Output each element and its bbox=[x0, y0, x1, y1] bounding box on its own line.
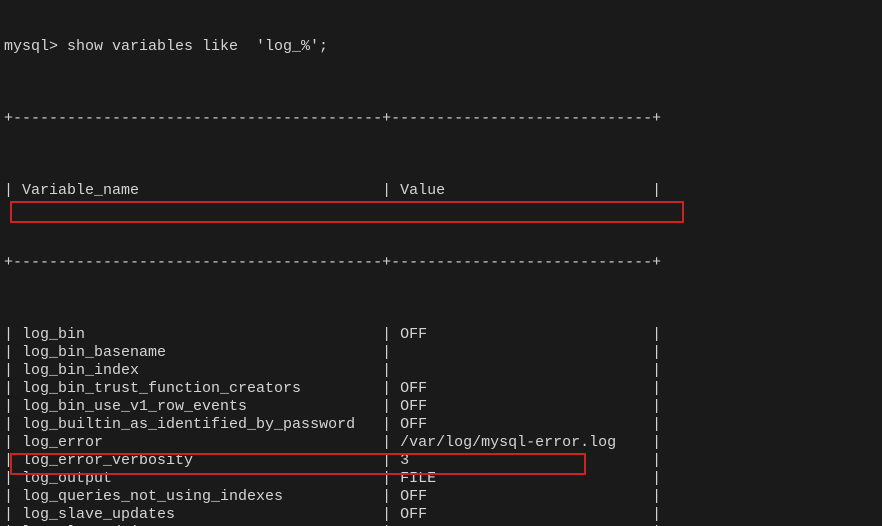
pipe: | bbox=[4, 488, 22, 506]
row-name: log_bin bbox=[22, 326, 382, 344]
pipe: | bbox=[4, 380, 22, 398]
pipe: | bbox=[4, 398, 22, 416]
pipe: | bbox=[652, 416, 661, 434]
row-value bbox=[400, 362, 652, 380]
mysql-prompt: mysql> bbox=[4, 38, 67, 56]
row-value: OFF bbox=[400, 506, 652, 524]
highlight-log-error bbox=[10, 201, 684, 223]
table-row: | log_bin_basename | | bbox=[4, 344, 878, 362]
row-name: log_queries_not_using_indexes bbox=[22, 488, 382, 506]
pipe: | bbox=[4, 182, 22, 200]
row-value: OFF bbox=[400, 398, 652, 416]
sep-mid: -+---------------------------- bbox=[373, 110, 643, 128]
row-name: log_slave_updates bbox=[22, 506, 382, 524]
pipe: | bbox=[652, 344, 661, 362]
table-row: | log_builtin_as_identified_by_password … bbox=[4, 416, 878, 434]
pipe: | bbox=[382, 470, 400, 488]
pipe: | bbox=[4, 506, 22, 524]
sep-mid: -+---------------------------- bbox=[373, 254, 643, 272]
pipe: | bbox=[652, 182, 661, 200]
pipe: | bbox=[382, 452, 400, 470]
table-row: | log_slave_updates | OFF | bbox=[4, 506, 878, 524]
pipe: | bbox=[382, 380, 400, 398]
pipe: | bbox=[4, 434, 22, 452]
pipe: | bbox=[4, 362, 22, 380]
pipe: | bbox=[4, 452, 22, 470]
row-name: log_output bbox=[22, 470, 382, 488]
row-name: log_error_verbosity bbox=[22, 452, 382, 470]
pipe: | bbox=[652, 434, 661, 452]
row-value: OFF bbox=[400, 380, 652, 398]
sep-right: -+ bbox=[643, 254, 661, 272]
pipe: | bbox=[382, 416, 400, 434]
header-name: Variable_name bbox=[22, 182, 382, 200]
row-name: log_builtin_as_identified_by_password bbox=[22, 416, 382, 434]
pipe: | bbox=[4, 326, 22, 344]
command-line: mysql> show variables like 'log_%'; bbox=[4, 38, 878, 56]
row-value: 3 bbox=[400, 452, 652, 470]
pipe: | bbox=[652, 380, 661, 398]
table-row: | log_output | FILE | bbox=[4, 470, 878, 488]
pipe: | bbox=[4, 344, 22, 362]
table-row: | log_bin_use_v1_row_events | OFF | bbox=[4, 398, 878, 416]
pipe: | bbox=[382, 398, 400, 416]
pipe: | bbox=[4, 470, 22, 488]
pipe: | bbox=[652, 506, 661, 524]
row-value bbox=[400, 344, 652, 362]
row-value: OFF bbox=[400, 326, 652, 344]
row-value: FILE bbox=[400, 470, 652, 488]
row-name: log_bin_index bbox=[22, 362, 382, 380]
pipe: | bbox=[652, 398, 661, 416]
table-sep-header: +---------------------------------------… bbox=[4, 254, 878, 272]
pipe: | bbox=[382, 506, 400, 524]
pipe: | bbox=[382, 488, 400, 506]
row-value: OFF bbox=[400, 416, 652, 434]
pipe: | bbox=[652, 362, 661, 380]
table-row: | log_error_verbosity | 3 | bbox=[4, 452, 878, 470]
pipe: | bbox=[382, 344, 400, 362]
sep-left: +---------------------------------------… bbox=[4, 254, 373, 272]
pipe: | bbox=[652, 470, 661, 488]
table-row: | log_queries_not_using_indexes | OFF | bbox=[4, 488, 878, 506]
table-row: | log_bin_trust_function_creators | OFF … bbox=[4, 380, 878, 398]
table-rows: | log_bin | OFF || log_bin_basename | ||… bbox=[4, 326, 878, 526]
pipe: | bbox=[4, 416, 22, 434]
header-value: Value bbox=[400, 182, 652, 200]
table-row: | log_error | /var/log/mysql-error.log | bbox=[4, 434, 878, 452]
row-name: log_bin_trust_function_creators bbox=[22, 380, 382, 398]
pipe: | bbox=[652, 488, 661, 506]
sql-command: show variables like 'log_%'; bbox=[67, 38, 328, 56]
row-value: OFF bbox=[400, 488, 652, 506]
pipe: | bbox=[382, 182, 400, 200]
row-name: log_error bbox=[22, 434, 382, 452]
table-sep-top: +---------------------------------------… bbox=[4, 110, 878, 128]
row-name: log_bin_basename bbox=[22, 344, 382, 362]
row-value: /var/log/mysql-error.log bbox=[400, 434, 652, 452]
terminal-output: mysql> show variables like 'log_%'; +---… bbox=[0, 0, 882, 526]
pipe: | bbox=[652, 326, 661, 344]
table-row: | log_bin | OFF | bbox=[4, 326, 878, 344]
pipe: | bbox=[382, 434, 400, 452]
sep-right: -+ bbox=[643, 110, 661, 128]
table-row: | log_bin_index | | bbox=[4, 362, 878, 380]
sep-left: +---------------------------------------… bbox=[4, 110, 373, 128]
table-header-row: | Variable_name | Value | bbox=[4, 182, 878, 200]
pipe: | bbox=[652, 452, 661, 470]
row-name: log_bin_use_v1_row_events bbox=[22, 398, 382, 416]
pipe: | bbox=[382, 362, 400, 380]
pipe: | bbox=[382, 326, 400, 344]
